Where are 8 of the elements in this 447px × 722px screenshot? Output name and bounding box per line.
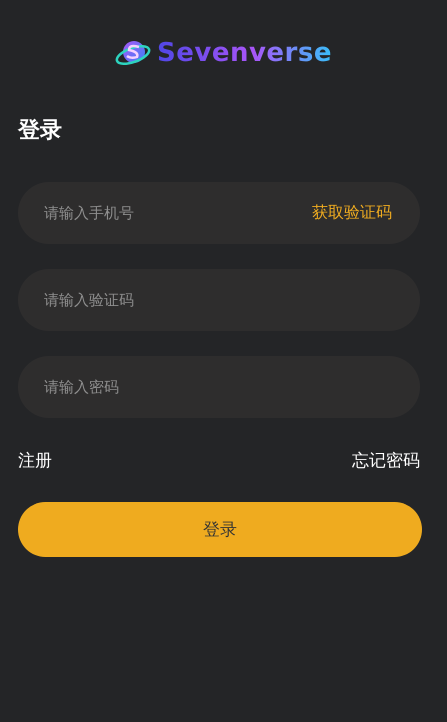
input-field[interactable]: 请输入密码 xyxy=(18,356,420,418)
page-title: 登录 xyxy=(18,117,63,145)
register-link[interactable]: 注册 xyxy=(18,448,52,474)
forgot-password-link[interactable]: 忘记密码 xyxy=(352,448,420,474)
login-button[interactable]: 登录 xyxy=(18,502,422,557)
input-field[interactable]: 请输入验证码 xyxy=(18,269,420,331)
planet-logo-icon xyxy=(115,38,154,68)
get-code-link[interactable]: 获取验证码 xyxy=(312,202,392,224)
